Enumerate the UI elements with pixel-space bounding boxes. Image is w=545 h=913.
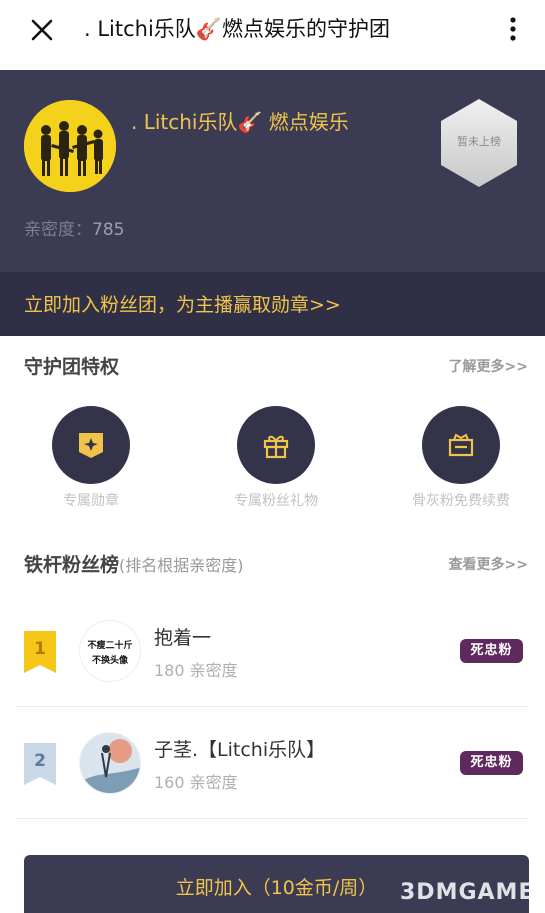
gift-icon	[263, 435, 289, 459]
affinity-label: 亲密度：	[24, 220, 92, 240]
avatar-text: 不换头像	[91, 656, 128, 666]
fan-score: 180 亲密度	[154, 661, 238, 680]
fan-avatar[interactable]: 不瘦二十斤 不换头像	[79, 620, 141, 682]
join-fan-club-banner[interactable]: 立即加入粉丝团，为主播赢取勋章>>	[0, 272, 545, 336]
join-banner-text: 立即加入粉丝团，为主播赢取勋章>>	[24, 294, 341, 316]
watermark: 3DMGAME	[400, 880, 535, 905]
privileges-title: 守护团特权	[24, 356, 120, 378]
anchor-name: . Litchi乐队🎸 燃点娱乐	[131, 110, 349, 134]
fan-rank-more-link[interactable]: 查看更多>>	[449, 554, 528, 574]
fan-rank-row[interactable]: 1 不瘦二十斤 不换头像 抱着一 180 亲密度 死忠粉	[0, 595, 545, 707]
badge-icon	[79, 433, 103, 458]
fan-level-badge: 死忠粉	[460, 639, 523, 663]
page-title: . Litchi乐队🎸燃点娱乐的守护团	[84, 17, 390, 41]
fan-level-badge: 死忠粉	[460, 751, 523, 775]
privilege-item-badge[interactable]: 专属勋章	[11, 406, 171, 510]
divider	[17, 818, 528, 819]
fan-avatar[interactable]	[79, 732, 141, 794]
rank-number: 2	[34, 751, 46, 771]
rank-flag: 2	[24, 743, 56, 785]
fan-rank-subtitle: (排名根据亲密度)	[119, 556, 244, 575]
rank-badge: 暂未上榜	[437, 97, 521, 189]
avatar-text: 不瘦二十斤	[87, 641, 133, 651]
privilege-label: 骨灰粉免费续费	[412, 493, 510, 509]
fan-name: 子茎.【Litchi乐队】	[154, 739, 326, 761]
close-icon[interactable]	[28, 16, 56, 44]
privilege-label: 专属勋章	[63, 493, 119, 509]
main-content: 守护团特权 了解更多>> 专属勋章 专属粉丝礼物 骨灰粉免费续费 铁杆粉丝榜(排…	[0, 336, 545, 913]
more-options-icon[interactable]	[505, 14, 521, 44]
privilege-item-renewal[interactable]: 骨灰粉免费续费	[381, 406, 541, 510]
fan-score: 160 亲密度	[154, 773, 238, 792]
top-bar: . Litchi乐队🎸燃点娱乐的守护团	[0, 0, 545, 70]
privilege-label: 专属粉丝礼物	[234, 493, 318, 509]
rank-number: 1	[34, 639, 46, 659]
privilege-item-gift[interactable]: 专属粉丝礼物	[196, 406, 356, 510]
rank-badge-text: 暂未上榜	[457, 135, 501, 148]
anchor-avatar[interactable]	[24, 100, 116, 192]
fan-rank-title: 铁杆粉丝榜(排名根据亲密度)	[24, 550, 244, 577]
rank-flag: 1	[24, 631, 56, 673]
anchor-header: . Litchi乐队🎸 燃点娱乐 亲密度：785 暂未上榜	[0, 70, 545, 272]
fan-name: 抱着一	[154, 627, 212, 649]
affinity-score: 亲密度：785	[24, 215, 124, 240]
fan-rank-title-text: 铁杆粉丝榜	[24, 554, 120, 576]
ticket-icon	[448, 433, 474, 457]
privileges-more-link[interactable]: 了解更多>>	[449, 356, 528, 376]
fan-rank-row[interactable]: 2 子茎.【Litchi乐队】 160 亲密度 死忠粉	[0, 707, 545, 819]
affinity-value: 785	[92, 220, 125, 240]
